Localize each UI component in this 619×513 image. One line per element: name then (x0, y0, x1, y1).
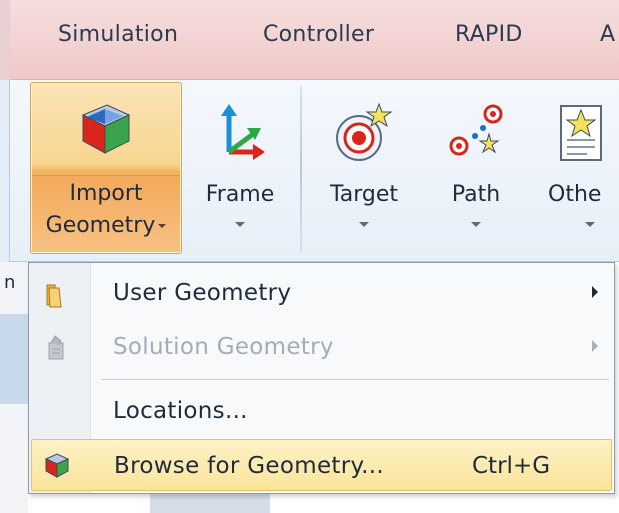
menu-item-browse-for-geometry[interactable]: Browse for Geometry... Ctrl+G (31, 439, 612, 491)
menu-separator (101, 379, 609, 381)
tab-simulation[interactable]: Simulation (58, 22, 178, 47)
import-geometry-button[interactable]: Import Geometry (30, 82, 182, 254)
background-panel-fragment (150, 494, 270, 513)
geometry-cube-icon (44, 453, 70, 478)
solution-library-icon (48, 335, 64, 360)
target-label: Target (329, 182, 399, 207)
menu-item-locations[interactable]: Locations... (31, 385, 612, 437)
chevron-down-icon (158, 224, 167, 228)
chevron-down-icon (359, 222, 369, 227)
chevron-down-icon (471, 222, 481, 227)
menu-item-label: Browse for Geometry... (114, 453, 384, 479)
path-button[interactable]: Path (428, 84, 524, 254)
background-text-fragment: n (4, 272, 16, 293)
menu-item-shortcut: Ctrl+G (472, 453, 551, 479)
target-button[interactable]: Target (314, 84, 414, 254)
import-geometry-label-line2: Geometry (31, 213, 181, 238)
background-selected-row (0, 314, 28, 404)
other-document-icon (560, 105, 602, 161)
import-geometry-label-text: Geometry (45, 213, 156, 238)
menu-item-user-geometry[interactable]: User Geometry (31, 267, 612, 319)
other-label: Othe (548, 182, 602, 207)
background-panel: n (0, 262, 28, 513)
coordinate-frame-icon (221, 104, 265, 160)
menu-item-label: Solution Geometry (113, 334, 334, 360)
submenu-arrow-icon (592, 340, 598, 352)
other-button[interactable]: Othe (540, 84, 619, 254)
chevron-down-icon (585, 222, 595, 227)
tab-strip-edge (0, 0, 10, 80)
import-geometry-menu: User Geometry Solution Geometry Location… (28, 262, 615, 494)
folder-icon (46, 284, 62, 308)
geometry-cube-icon (81, 104, 131, 154)
chevron-down-icon (235, 222, 245, 227)
submenu-arrow-icon (592, 286, 598, 298)
frame-button[interactable]: Frame (190, 84, 290, 254)
ribbon-tab-strip: Simulation Controller RAPID A (0, 0, 619, 80)
tab-rapid[interactable]: RAPID (455, 22, 523, 47)
path-label: Path (451, 182, 501, 207)
ribbon-group-separator (300, 86, 302, 252)
menu-item-label: Locations... (113, 398, 248, 424)
menu-item-label: User Geometry (113, 280, 292, 306)
import-geometry-label-line1: Import (69, 181, 143, 206)
frame-label: Frame (205, 182, 275, 207)
ribbon-edge (0, 80, 10, 262)
ribbon-panel: Import Geometry Frame Target Path Othe (0, 80, 619, 262)
target-icon (336, 102, 393, 161)
path-icon (449, 104, 503, 156)
tab-add-ins[interactable]: A (600, 22, 615, 47)
menu-item-solution-geometry[interactable]: Solution Geometry (31, 321, 612, 373)
tab-controller[interactable]: Controller (263, 22, 374, 47)
